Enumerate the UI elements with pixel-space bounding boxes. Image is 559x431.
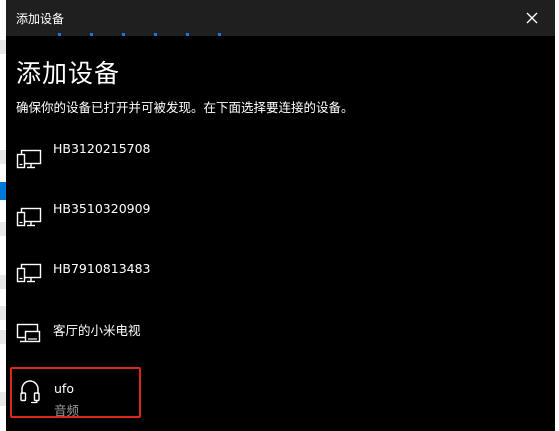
device-item-ufo[interactable]: ufo 音频 bbox=[10, 367, 141, 418]
page-title: 添加设备 bbox=[16, 59, 121, 88]
display-device-icon bbox=[16, 263, 42, 283]
device-name: HB7910813483 bbox=[53, 261, 151, 276]
device-type-label: 音频 bbox=[54, 403, 80, 418]
device-name: 客厅的小米电视 bbox=[53, 323, 141, 338]
window-title: 添加设备 bbox=[16, 12, 65, 26]
device-item[interactable]: HB7910813483 bbox=[6, 256, 526, 304]
title-bar[interactable]: 添加设备 bbox=[6, 0, 555, 36]
device-name: HB3120215708 bbox=[53, 141, 151, 156]
headphones-icon bbox=[20, 380, 40, 404]
progress-dots bbox=[58, 33, 221, 36]
display-device-icon bbox=[16, 149, 42, 169]
page-subtitle: 确保你的设备已打开并可被发现。在下面选择要连接的设备。 bbox=[16, 100, 354, 115]
close-icon[interactable] bbox=[523, 9, 541, 27]
device-name: HB3510320909 bbox=[53, 201, 151, 216]
display-device-icon bbox=[16, 207, 42, 227]
add-device-dialog: 添加设备 添加设备 确保你的设备已打开并可被发现。在下面选择要连接的设备。 HB… bbox=[6, 0, 555, 431]
device-name: ufo bbox=[54, 381, 74, 396]
device-item[interactable]: HB3120215708 bbox=[6, 136, 526, 184]
device-item[interactable]: 客厅的小米电视 bbox=[6, 316, 526, 364]
device-item[interactable]: HB3510320909 bbox=[6, 196, 526, 244]
tv-device-icon bbox=[16, 323, 41, 343]
